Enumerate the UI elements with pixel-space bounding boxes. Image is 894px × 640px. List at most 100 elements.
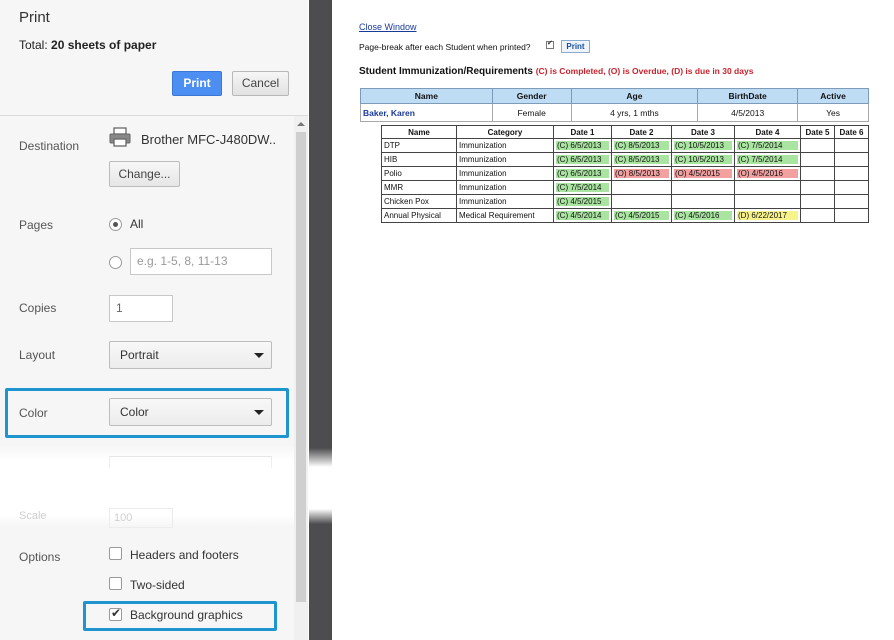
two-sided-label: Two-sided (130, 578, 185, 592)
date-value: (C) 4/5/2015 (614, 211, 669, 220)
imm-name: Polio (381, 166, 457, 181)
date-cell (834, 180, 869, 195)
date-value: (C) 4/5/2014 (556, 211, 609, 220)
date-value: (C) 8/5/2013 (614, 155, 669, 164)
date-cell: (D) 6/22/2017 (734, 208, 801, 223)
col-header: Date 3 (671, 125, 735, 139)
pagebreak-label: Page-break after each Student when print… (359, 42, 531, 52)
student-active: Yes (797, 103, 869, 122)
date-cell (834, 208, 869, 223)
imm-body: DTP Immunization (C) 6/5/2013 (C) 8/5/20… (381, 138, 869, 223)
copies-input[interactable]: 1 (109, 295, 173, 322)
student-name-link[interactable]: Baker, Karen (360, 103, 493, 122)
student-age: 4 yrs, 1 mths (570, 103, 699, 122)
date-cell: (C) 8/5/2013 (611, 152, 672, 167)
imm-category: Immunization (456, 166, 554, 181)
col-header: Active (797, 88, 869, 104)
date-cell: (C) 4/5/2016 (671, 208, 735, 223)
scale-input[interactable]: 100 (109, 508, 173, 528)
printer-icon (109, 127, 131, 147)
date-cell (671, 180, 735, 195)
preview-gutter (309, 0, 332, 640)
total-value: 20 sheets of paper (51, 38, 157, 52)
col-header: Category (456, 125, 554, 139)
print-preview-page: Close Window Page-break after each Stude… (332, 0, 894, 640)
date-value: (C) 4/5/2015 (556, 197, 609, 206)
date-cell (611, 180, 672, 195)
imm-name: HIB (381, 152, 457, 167)
student-header-row: Name Gender Age BirthDate Active (360, 88, 869, 104)
imm-category: Medical Requirement (456, 208, 554, 223)
table-row: DTP Immunization (C) 6/5/2013 (C) 8/5/20… (381, 138, 869, 153)
date-value: (C) 7/5/2014 (556, 183, 609, 192)
date-cell: (C) 4/5/2015 (611, 208, 672, 223)
dialog-title: Print (19, 9, 50, 26)
date-cell (800, 166, 835, 181)
imm-header-row: Name Category Date 1 Date 2 Date 3 Date … (381, 125, 869, 139)
destination-label: Destination (19, 139, 80, 153)
date-cell: (C) 7/5/2014 (734, 138, 801, 153)
cancel-button[interactable]: Cancel (232, 71, 289, 96)
headers-footers-checkbox[interactable] (109, 547, 122, 560)
date-cell: (O) 4/5/2016 (734, 166, 801, 181)
imm-name: DTP (381, 138, 457, 153)
table-row: Annual Physical Medical Requirement (C) … (381, 208, 869, 223)
total-prefix: Total: (19, 38, 52, 52)
two-sided-checkbox[interactable] (109, 577, 122, 590)
report-title: Student Immunization/Requirements (C) is… (359, 66, 753, 77)
imm-category: Immunization (456, 138, 554, 153)
layout-select[interactable]: Portrait (109, 341, 272, 369)
date-cell: (C) 7/5/2014 (734, 152, 801, 167)
pages-all-label: All (130, 217, 144, 231)
student-row: Baker, Karen Female 4 yrs, 1 mths 4/5/20… (360, 103, 869, 122)
date-value: (C) 10/5/2013 (674, 155, 732, 164)
col-header: Age (570, 88, 699, 104)
close-window-link[interactable]: Close Window (359, 22, 417, 32)
date-cell (834, 138, 869, 153)
col-header: BirthDate (697, 88, 799, 104)
date-value: (C) 4/5/2016 (674, 211, 732, 220)
date-value: (C) 8/5/2013 (614, 141, 669, 150)
table-row: Polio Immunization (C) 6/5/2013 (O) 8/5/… (381, 166, 869, 181)
report-title-text: Student Immunization/Requirements (359, 66, 533, 77)
color-highlight (5, 388, 289, 438)
scroll-up-icon[interactable] (297, 122, 305, 126)
date-cell: (C) 10/5/2013 (671, 138, 735, 153)
layout-value: Portrait (120, 348, 159, 362)
date-value: (C) 7/5/2014 (737, 155, 798, 164)
pages-custom-input[interactable]: e.g. 1-5, 8, 11-13 (130, 248, 272, 275)
date-cell (734, 180, 801, 195)
date-cell (834, 194, 869, 209)
col-header: Date 1 (553, 125, 612, 139)
report-print-button[interactable]: Print (561, 40, 590, 53)
scale-label: Scale (19, 510, 47, 522)
col-header: Date 6 (834, 125, 869, 139)
table-row: HIB Immunization (C) 6/5/2013 (C) 8/5/20… (381, 152, 869, 167)
print-dialog: Print Total: 20 sheets of paper Print Ca… (0, 0, 308, 640)
date-cell: (C) 7/5/2014 (553, 180, 612, 195)
student-gender: Female (491, 103, 572, 122)
change-destination-button[interactable]: Change... (109, 161, 180, 187)
imm-category: Immunization (456, 180, 554, 195)
date-cell: (C) 4/5/2014 (553, 208, 612, 223)
date-cell (834, 152, 869, 167)
imm-name: Chicken Pox (381, 194, 457, 209)
ghost-input (109, 456, 272, 468)
student-birthdate: 4/5/2013 (697, 103, 799, 122)
date-value: (C) 6/5/2013 (556, 169, 609, 178)
date-cell (834, 166, 869, 181)
layout-label: Layout (19, 348, 56, 362)
date-cell: (C) 10/5/2013 (671, 152, 735, 167)
pages-all-radio[interactable] (109, 218, 122, 231)
date-cell (800, 152, 835, 167)
pages-custom-radio[interactable] (109, 256, 122, 269)
immunization-table: Name Category Date 1 Date 2 Date 3 Date … (381, 125, 869, 223)
date-cell (800, 180, 835, 195)
date-cell (611, 194, 672, 209)
print-button[interactable]: Print (172, 71, 222, 96)
pagebreak-checkbox[interactable] (546, 39, 554, 49)
scrollbar-thumb[interactable] (296, 132, 306, 602)
printer-name: Brother MFC-J480DW.. (141, 132, 277, 147)
imm-category: Immunization (456, 152, 554, 167)
col-header: Name (381, 125, 457, 139)
